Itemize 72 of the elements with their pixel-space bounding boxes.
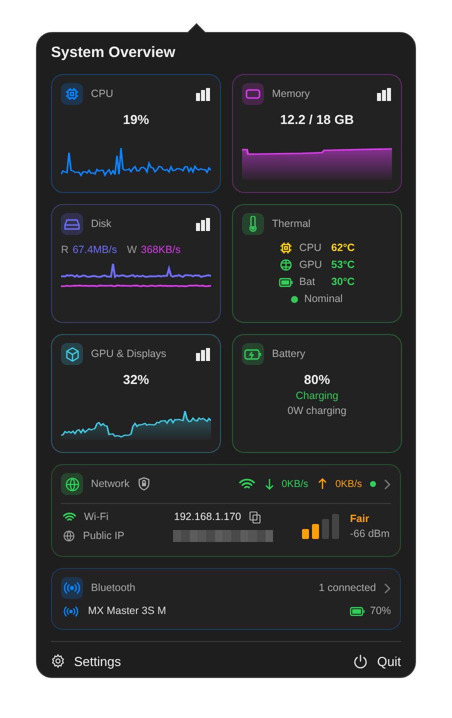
metric-value: 19% — [122, 112, 150, 127]
wifi-label: Wi-Fi — [84, 511, 110, 523]
temperature-value: 53°C — [331, 259, 355, 271]
local-ip: 192.168.1.170 — [174, 511, 242, 523]
wifi-icon — [238, 478, 255, 490]
chevron-right-icon[interactable] — [384, 582, 391, 594]
public-ip-label: Public IP — [83, 530, 126, 542]
device-name: MX Master 3S M — [88, 605, 166, 617]
bar-chart-icon[interactable] — [377, 88, 392, 100]
metric-card[interactable]: CPU 19% — [51, 74, 221, 193]
temperature-value: 62°C — [331, 242, 355, 254]
metric-value: 32% — [122, 372, 150, 387]
cpu-icon — [61, 83, 83, 105]
sensor-label: GPU — [299, 259, 324, 271]
power-icon — [353, 654, 368, 668]
charging-detail: 0W charging — [286, 405, 348, 417]
download-rate: 0KB/s — [282, 478, 308, 490]
upload-rate: 0KB/s — [335, 478, 362, 490]
device-battery: 70% — [370, 605, 391, 617]
card-label: Thermal — [272, 218, 311, 230]
bar-chart-icon[interactable] — [196, 88, 211, 100]
settings-icon — [51, 654, 65, 668]
download-arrow-icon — [264, 478, 274, 490]
bar-chart-icon[interactable] — [196, 218, 211, 230]
settings-button[interactable]: Settings — [51, 654, 121, 668]
sensor-label: Bat — [299, 276, 316, 288]
upload-arrow-icon — [318, 478, 328, 490]
memory-icon — [242, 83, 264, 105]
metric-value: 80% — [302, 372, 332, 387]
charging-status: Charging — [294, 390, 340, 402]
signal-strength-icon — [302, 514, 339, 539]
signal-quality: Fair — [350, 513, 370, 525]
metric-card[interactable]: Thermal CPU 62°C GPU 53°C Bat 30°C Nominal — [232, 204, 402, 323]
battery-icon — [242, 343, 264, 365]
globe-icon — [61, 473, 83, 495]
thermal-status: Nominal — [304, 293, 343, 305]
metric-card[interactable]: Disk R 67.4MB/s W 368KB/s — [51, 204, 221, 323]
gpu-icon — [61, 343, 83, 365]
broadcast-icon — [63, 606, 79, 616]
card-label: Disk — [91, 218, 112, 230]
signal-dbm: -66 dBm — [350, 528, 390, 540]
battery-icon — [350, 606, 365, 616]
metric-card[interactable]: Battery 80% Charging 0W charging — [232, 334, 402, 453]
status-dot — [291, 296, 298, 302]
metric-value: 12.2 / 18 GB — [279, 112, 355, 127]
card-label: Memory — [272, 88, 310, 100]
write-speed: 368KB/s — [140, 244, 181, 256]
broadcast-icon — [61, 577, 83, 599]
temperature-value: 30°C — [331, 276, 355, 288]
card-label: GPU & Displays — [91, 348, 166, 360]
metric-card[interactable]: Memory 12.2 / 18 GB — [232, 74, 402, 193]
sensor-label: CPU — [299, 242, 322, 254]
write-label: W — [126, 244, 137, 256]
globe-icon — [63, 530, 75, 542]
wifi-icon — [63, 512, 76, 522]
network-card[interactable]: Network 0KB/s 0KB/s Wi-Fi 192.168.1.170 Public IP Fair -66 dBm — [51, 464, 401, 557]
card-label: Battery — [272, 348, 306, 360]
quit-button[interactable]: Quit — [353, 654, 401, 668]
bar-chart-icon[interactable] — [196, 348, 211, 360]
read-label: R — [61, 244, 69, 256]
shield-lock-icon — [138, 477, 150, 491]
copy-icon[interactable] — [249, 510, 262, 524]
card-label: Network — [91, 478, 130, 490]
thermal-icon — [242, 213, 264, 235]
card-label: CPU — [91, 88, 114, 100]
bluetooth-card[interactable]: Bluetooth 1 connected MX Master 3S M 70% — [51, 568, 401, 630]
connection-count: 1 connected — [318, 582, 376, 594]
panel-title: System Overview — [51, 44, 176, 63]
chevron-right-icon[interactable] — [384, 478, 391, 490]
card-label: Bluetooth — [91, 582, 136, 594]
read-speed: 67.4MB/s — [72, 244, 117, 256]
metric-card[interactable]: GPU & Displays 32% — [51, 334, 221, 453]
